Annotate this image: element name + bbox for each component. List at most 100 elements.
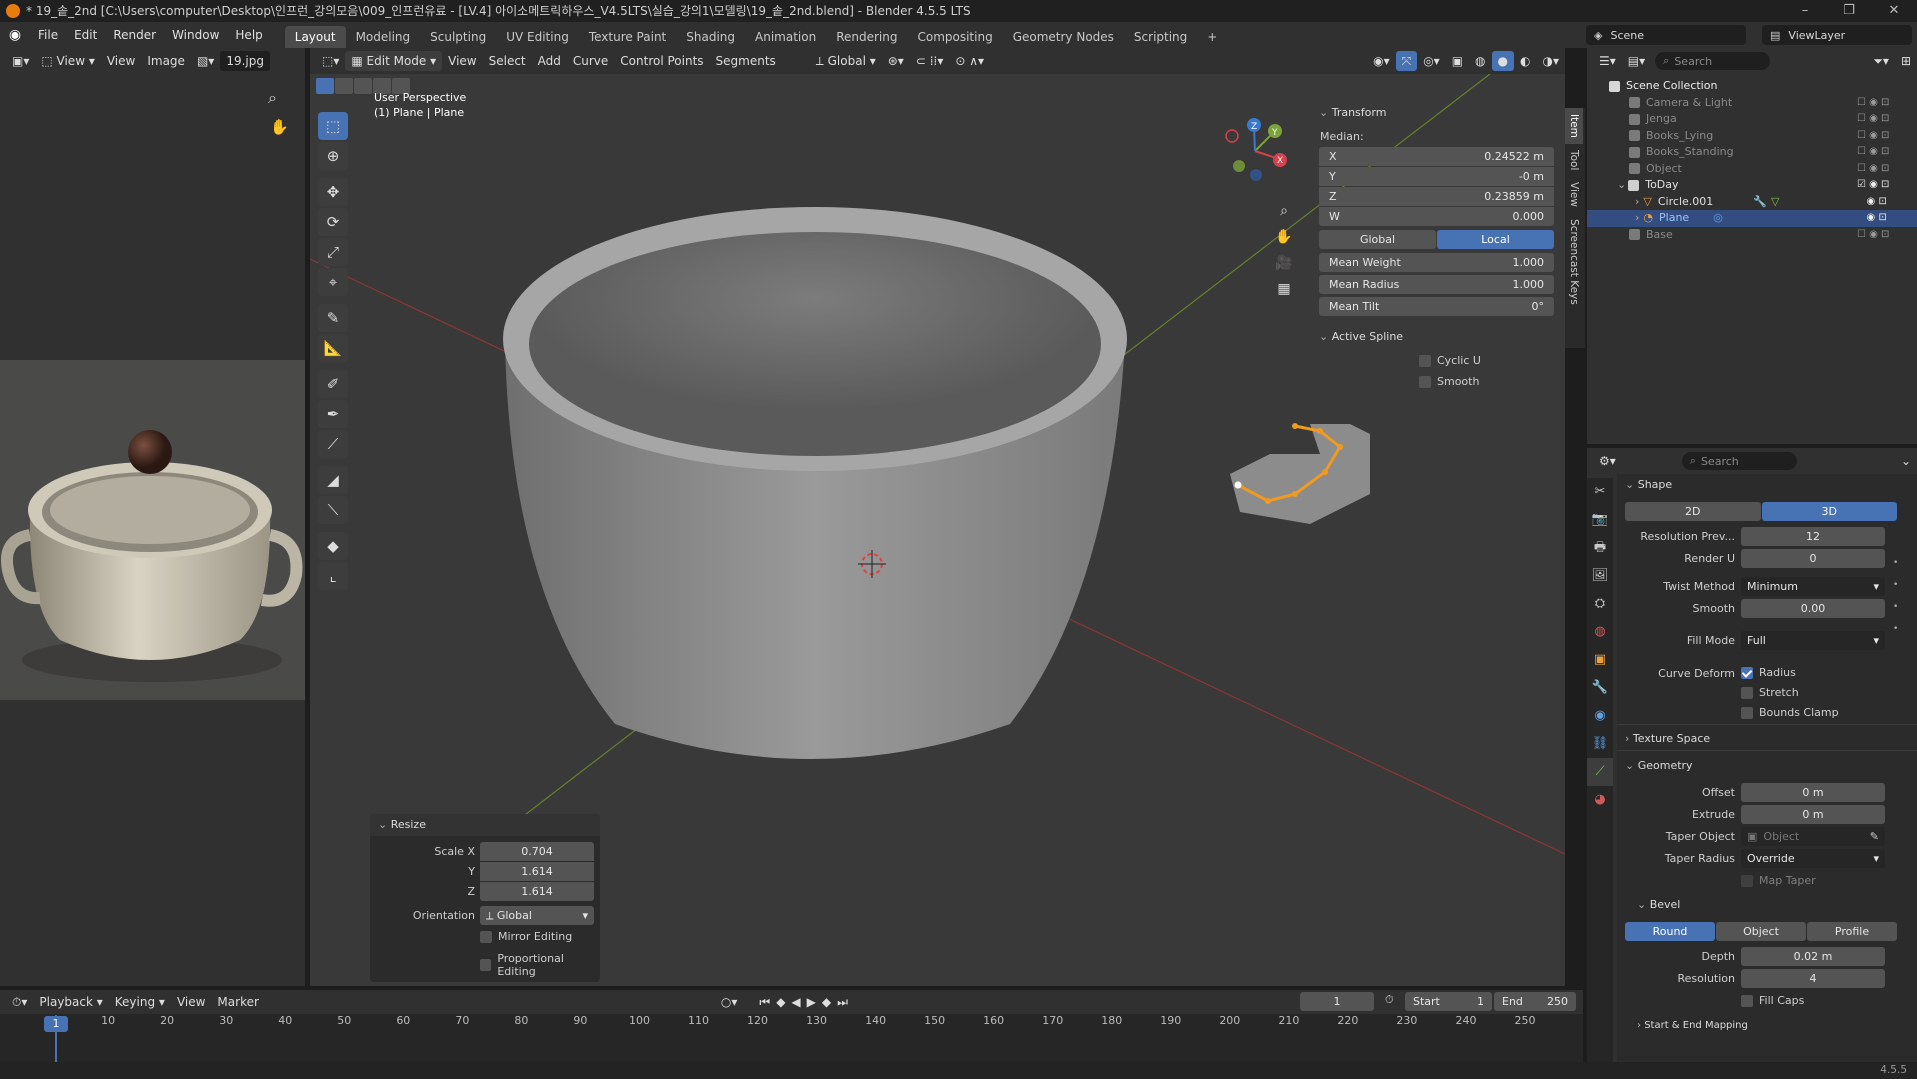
extrude-field[interactable]: 0 m: [1741, 805, 1885, 824]
menu-render[interactable]: Render: [105, 22, 164, 48]
expand-chevron-icon[interactable]: ›: [1635, 211, 1639, 224]
menu-control-points[interactable]: Control Points: [614, 51, 709, 71]
extrude-tool-icon[interactable]: ⟋: [318, 430, 348, 458]
curve-control-point[interactable]: [1292, 491, 1298, 497]
tab-texture-paint[interactable]: Texture Paint: [579, 26, 676, 48]
bevel-resolution-field[interactable]: 4: [1741, 969, 1885, 988]
bevel-round-button[interactable]: Round: [1625, 922, 1715, 941]
modifier-tab-icon[interactable]: 🔧: [1587, 674, 1613, 702]
navigation-gizmo[interactable]: Z Y X: [1218, 114, 1293, 189]
physics-tab-icon[interactable]: ◉: [1587, 702, 1613, 730]
outliner-search-input[interactable]: ⌕ Search: [1655, 52, 1771, 70]
tab-screencast-keys[interactable]: Screencast Keys: [1565, 213, 1583, 311]
scale-x-field[interactable]: 0.704: [480, 842, 594, 861]
scene-tab-icon[interactable]: ⛭: [1587, 590, 1613, 618]
bevel-profile-button[interactable]: Profile: [1807, 922, 1897, 941]
visibility-toggles[interactable]: ☐ ◉ ⊡: [1857, 161, 1915, 178]
maximize-button[interactable]: ❐: [1827, 0, 1871, 22]
scale-tool-icon[interactable]: ⤢: [318, 238, 348, 266]
end-frame-field[interactable]: End 250: [1494, 992, 1576, 1011]
mode-dropdown[interactable]: ▦ Edit Mode ▾: [345, 51, 443, 71]
rendered-shading-icon[interactable]: ◑▾: [1537, 51, 1566, 71]
tool-tab-icon[interactable]: ✂: [1587, 478, 1613, 506]
space-local-button[interactable]: Local: [1437, 230, 1554, 249]
expand-chevron-icon[interactable]: ›: [1625, 732, 1629, 745]
mean-weight-field[interactable]: Mean Weight 1.000: [1319, 253, 1554, 272]
playback-controls[interactable]: ⏮◆◀▶◆⏭: [753, 992, 860, 1012]
menu-add[interactable]: Add: [532, 51, 567, 71]
tab-modeling[interactable]: Modeling: [346, 26, 421, 48]
keyframe-dot-icon[interactable]: •: [1893, 618, 1898, 640]
image-name-field[interactable]: 19.jpg: [220, 51, 270, 71]
median-z-field[interactable]: Z 0.23859 m: [1319, 187, 1554, 206]
menu-image[interactable]: Image: [141, 51, 191, 71]
curve-control-point[interactable]: [1337, 444, 1343, 450]
camera-view-icon[interactable]: 🎥: [1271, 250, 1297, 276]
tab-view[interactable]: View: [1565, 176, 1583, 213]
menu-curve[interactable]: Curve: [567, 51, 614, 71]
properties-search-input[interactable]: ⌕ Search: [1681, 452, 1797, 470]
stretch-checkbox[interactable]: [1741, 686, 1753, 699]
measure-tool-icon[interactable]: 📐: [318, 334, 348, 362]
twist-method-dropdown[interactable]: Minimum ▾: [1741, 577, 1885, 596]
zoom-icon[interactable]: ⌕: [268, 88, 277, 108]
tab-compositing[interactable]: Compositing: [907, 26, 1002, 48]
visibility-icon[interactable]: ◉▾: [1367, 51, 1396, 71]
3d-viewport[interactable]: ⬚▾ ▦ Edit Mode ▾ View Select Add Curve C…: [310, 48, 1565, 986]
solid-shading-icon[interactable]: ●: [1491, 51, 1515, 71]
tab-tool[interactable]: Tool: [1565, 144, 1583, 176]
xray-icon[interactable]: ▣: [1446, 51, 1469, 71]
proportional-editing-checkbox[interactable]: [480, 959, 492, 971]
tab-scripting[interactable]: Scripting: [1124, 26, 1197, 48]
expand-chevron-icon[interactable]: ⌄: [1617, 178, 1626, 191]
cursor-tool-icon[interactable]: ⊕: [318, 142, 348, 170]
gizmo-toggle-icon[interactable]: ⤧: [1395, 51, 1418, 71]
curve-control-point[interactable]: [1265, 498, 1271, 504]
editor-type-icon[interactable]: ▣▾: [6, 51, 35, 71]
close-button[interactable]: ✕: [1872, 0, 1916, 22]
expand-chevron-icon[interactable]: ›: [1637, 1020, 1641, 1031]
cyclic-u-checkbox[interactable]: [1419, 354, 1431, 367]
offset-field[interactable]: 0 m: [1741, 783, 1885, 802]
wireframe-shading-icon[interactable]: ◍: [1469, 51, 1491, 71]
zoom-icon[interactable]: ⌕: [1271, 198, 1297, 224]
smooth-field[interactable]: 0.00: [1741, 599, 1885, 618]
image-browse-icon[interactable]: ▧▾: [191, 51, 220, 71]
curve-control-point[interactable]: [1234, 481, 1242, 489]
tab-item[interactable]: Item: [1565, 108, 1583, 144]
smooth-checkbox[interactable]: [1419, 375, 1431, 388]
tab-layout[interactable]: Layout: [284, 25, 346, 48]
expand-chevron-icon[interactable]: ›: [1635, 195, 1639, 208]
view-mode-dropdown[interactable]: ⬚ View ▾: [35, 51, 100, 71]
visibility-toggles[interactable]: ☐ ◉ ⊡: [1857, 227, 1915, 244]
annotate-tool-icon[interactable]: ✎: [318, 304, 348, 332]
editor-type-icon[interactable]: ⚙▾: [1593, 451, 1622, 471]
keyframe-dot-icon[interactable]: •: [1893, 574, 1898, 596]
editor-type-icon[interactable]: ⬚▾: [316, 51, 345, 71]
options-chevron-icon[interactable]: ⌄: [1895, 451, 1917, 471]
median-w-field[interactable]: W 0.000: [1319, 207, 1554, 226]
tab-shading[interactable]: Shading: [676, 26, 745, 48]
mirror-editing-checkbox[interactable]: [480, 930, 492, 943]
output-tab-icon[interactable]: 🖶: [1587, 534, 1613, 562]
menu-window[interactable]: Window: [164, 22, 227, 48]
add-workspace-button[interactable]: +: [1197, 26, 1227, 48]
editor-type-icon[interactable]: ⏱▾: [6, 992, 33, 1012]
editor-type-icon[interactable]: ☰▾: [1593, 51, 1622, 71]
tab-geometry-nodes[interactable]: Geometry Nodes: [1003, 26, 1124, 48]
menu-playback[interactable]: Playback ▾: [33, 992, 108, 1012]
proportional-edit-icon[interactable]: ⊙ ∧▾: [949, 51, 990, 71]
curve-control-point[interactable]: [1317, 428, 1323, 434]
radius-checkbox[interactable]: [1741, 666, 1753, 679]
curve-control-point[interactable]: [1322, 469, 1328, 475]
menu-view[interactable]: View: [171, 992, 211, 1012]
filter-icon[interactable]: ⏷▾: [1867, 51, 1895, 71]
viewlayer-selector[interactable]: ▤ ViewLayer: [1762, 25, 1912, 45]
bevel-depth-field[interactable]: 0.02 m: [1741, 947, 1885, 966]
outliner[interactable]: ☰▾ ▤▾ ⌕ Search ⏷▾ ⊞ Scene Collection Came…: [1587, 48, 1917, 444]
tab-animation[interactable]: Animation: [745, 26, 826, 48]
snap-icon[interactable]: ⊂ ⁞⁞▾: [910, 51, 950, 71]
render-u-field[interactable]: 0: [1741, 549, 1885, 568]
collapse-chevron-icon[interactable]: ⌄: [1625, 478, 1634, 491]
menu-keying[interactable]: Keying ▾: [109, 992, 171, 1012]
